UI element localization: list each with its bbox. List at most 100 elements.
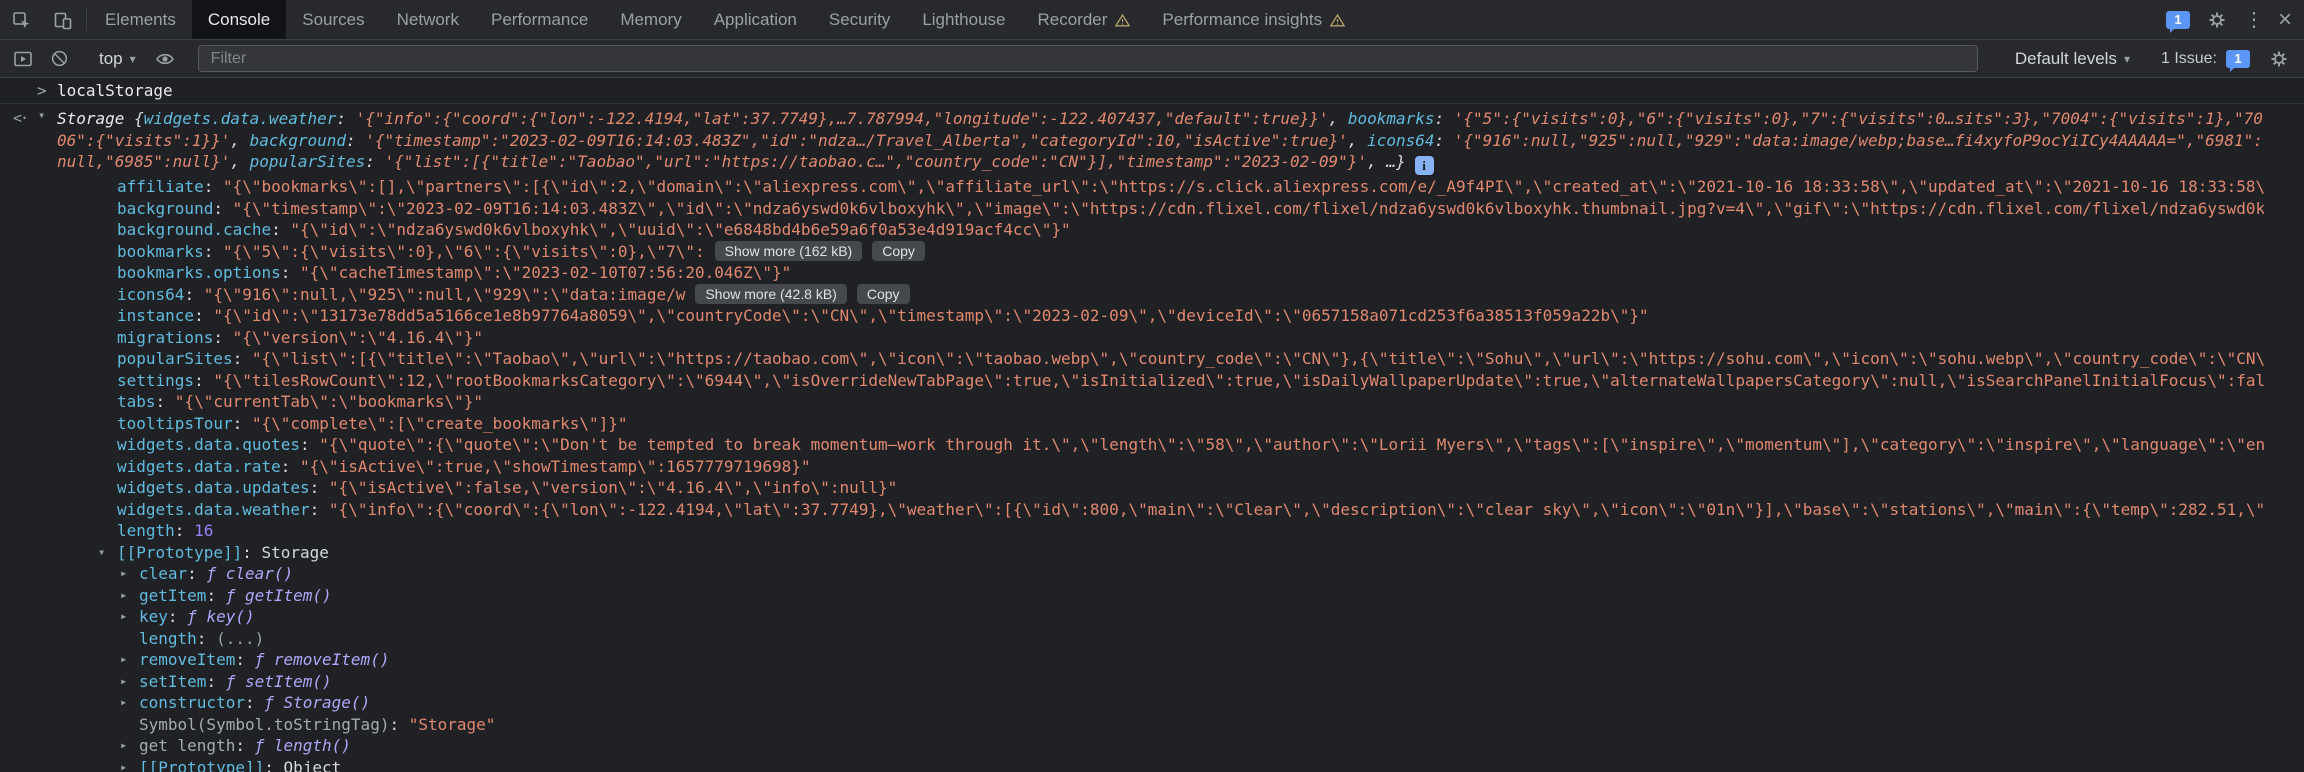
tab-lighthouse[interactable]: Lighthouse — [906, 0, 1021, 39]
device-toolbar-icon[interactable] — [42, 0, 84, 39]
copy-button[interactable]: Copy — [857, 284, 910, 304]
kebab-menu-icon[interactable]: ⋮ — [2244, 10, 2264, 30]
tab-label: Memory — [620, 10, 681, 30]
property-row-tabs: tabs: "{\"currentTab\":\"bookmarks\"}" — [57, 391, 2264, 413]
settings-gear-icon[interactable] — [2204, 10, 2230, 30]
log-levels-dropdown[interactable]: Default levels ▾ — [2007, 49, 2138, 69]
console-settings-gear-icon[interactable] — [2262, 49, 2296, 69]
key-value-separator: : — [204, 242, 223, 261]
tab-elements[interactable]: Elements — [89, 0, 192, 39]
javascript-context-selector[interactable]: top ▾ — [91, 49, 144, 69]
preview-key: icons64 — [1367, 131, 1434, 150]
expand-triangle-icon[interactable]: ▸ — [120, 606, 127, 628]
tab-label: Security — [829, 10, 890, 30]
preview-punctuation: : — [1435, 131, 1454, 150]
tab-performance-insights[interactable]: Performance insights — [1146, 0, 1361, 39]
property-row-length: length: 16 — [57, 520, 2264, 542]
console-info-icon[interactable]: i — [1415, 156, 1434, 175]
show-more-button[interactable]: Show more (162 kB) — [715, 241, 863, 261]
key-value-separator: : — [242, 543, 261, 562]
property-key: affiliate — [117, 177, 204, 196]
property-key: widgets.data.quotes — [117, 435, 300, 454]
property-row-symbol-symbol.tostringtag: Symbol(Symbol.toStringTag): "Storage" — [57, 714, 2264, 736]
preview-punctuation: : — [365, 152, 384, 171]
preview-feature-warning-icon — [1330, 13, 1345, 27]
key-value-separator: : — [281, 263, 300, 282]
clear-console-icon[interactable] — [44, 49, 74, 68]
property-row-prototype[interactable]: ▾[[Prototype]]: Storage — [57, 542, 2264, 564]
issue-badge[interactable]: 1 — [2226, 50, 2250, 68]
tab-sources[interactable]: Sources — [286, 0, 380, 39]
tab-console[interactable]: Console — [192, 0, 286, 39]
tab-network[interactable]: Network — [381, 0, 475, 39]
tabbar-right-controls: 1 ⋮ × — [2166, 0, 2304, 39]
key-value-separator: : — [245, 693, 264, 712]
console-prompt-icon: > — [37, 81, 47, 101]
property-key: widgets.data.updates — [117, 478, 310, 497]
key-value-separator: : — [264, 758, 283, 772]
tab-security[interactable]: Security — [813, 0, 906, 39]
property-value: Storage — [262, 543, 329, 562]
property-value: ƒ Storage() — [264, 693, 370, 712]
close-icon[interactable]: × — [2278, 8, 2292, 32]
copy-button[interactable]: Copy — [872, 241, 925, 261]
property-row-constructor[interactable]: ▸constructor: ƒ Storage() — [57, 692, 2264, 714]
property-row-bookmarks[interactable]: bookmarks: "{\"5\":{\"visits\":0},\"6\":… — [57, 241, 2264, 263]
live-expression-eye-icon[interactable] — [150, 49, 180, 69]
property-row-key[interactable]: ▸key: ƒ key() — [57, 606, 2264, 628]
property-row-setitem[interactable]: ▸setItem: ƒ setItem() — [57, 671, 2264, 693]
expand-triangle-icon[interactable]: ▸ — [120, 735, 127, 757]
property-key: widgets.data.rate — [117, 457, 281, 476]
filter-input[interactable] — [198, 45, 1978, 72]
tab-performance[interactable]: Performance — [475, 0, 604, 39]
expand-triangle-icon[interactable]: ▸ — [120, 692, 127, 714]
property-row-settings: settings: "{\"tilesRowCount\":12,\"rootB… — [57, 370, 2264, 392]
expand-triangle-icon[interactable]: ▸ — [120, 649, 127, 671]
property-row-get-length[interactable]: ▸get length: ƒ length() — [57, 735, 2264, 757]
property-row-bookmarks.options: bookmarks.options: "{\"cacheTimestamp\":… — [57, 262, 2264, 284]
key-value-separator: : — [213, 328, 232, 347]
show-more-button[interactable]: Show more (42.8 kB) — [695, 284, 847, 304]
property-row-clear[interactable]: ▸clear: ƒ clear() — [57, 563, 2264, 585]
tab-recorder[interactable]: Recorder — [1022, 0, 1147, 39]
console-sidebar-toggle-icon[interactable] — [8, 50, 38, 68]
property-key: getItem — [139, 586, 206, 605]
issues-counter[interactable]: 1 Issue: 1 — [2155, 50, 2256, 68]
preview-punctuation: : — [346, 131, 365, 150]
expand-triangle-icon[interactable]: ▸ — [120, 563, 127, 585]
property-value: "{\"tilesRowCount\":12,\"rootBookmarksCa… — [213, 371, 2264, 390]
property-value: ƒ removeItem() — [255, 650, 390, 669]
preview-key: bookmarks — [1348, 109, 1435, 128]
property-row-length: length: (...) — [57, 628, 2264, 650]
collapse-triangle-icon[interactable]: ▾ — [38, 108, 45, 122]
property-row-widgets.data.rate: widgets.data.rate: "{\"isActive\":true,\… — [57, 456, 2264, 478]
property-row-widgets.data.quotes: widgets.data.quotes: "{\"quote\":{\"quot… — [57, 434, 2264, 456]
console-toolbar: top ▾ Default levels ▾ 1 Issue: 1 — [0, 40, 2304, 78]
key-value-separator: : — [175, 521, 194, 540]
property-key: popularSites — [117, 349, 233, 368]
property-row-prototype[interactable]: ▸[[Prototype]]: Object — [57, 757, 2264, 772]
property-value: "{\"quote\":{\"quote\":\"Don't be tempte… — [319, 435, 2264, 454]
property-row-icons64[interactable]: icons64: "{\"916\":null,\"925\":null,\"9… — [57, 284, 2264, 306]
preview-punctuation: { — [134, 109, 144, 128]
expand-triangle-icon[interactable]: ▸ — [120, 585, 127, 607]
expand-triangle-icon[interactable]: ▸ — [120, 671, 127, 693]
property-key: removeItem — [139, 650, 235, 669]
property-key: background — [117, 199, 213, 218]
property-row-affiliate: affiliate: "{\"bookmarks\":[],\"partners… — [57, 176, 2264, 198]
property-row-getitem[interactable]: ▸getItem: ƒ getItem() — [57, 585, 2264, 607]
key-value-separator: : — [233, 414, 252, 433]
inspect-element-icon[interactable] — [0, 0, 42, 39]
property-value[interactable]: (...) — [216, 629, 264, 648]
expand-triangle-icon[interactable]: ▸ — [120, 757, 127, 772]
property-row-removeitem[interactable]: ▸removeItem: ƒ removeItem() — [57, 649, 2264, 671]
property-key: tooltipsTour — [117, 414, 233, 433]
tab-memory[interactable]: Memory — [604, 0, 697, 39]
key-value-separator: : — [389, 715, 408, 734]
collapse-triangle-icon[interactable]: ▾ — [98, 542, 105, 564]
property-key: icons64 — [117, 285, 184, 304]
property-value: "{\"isActive\":false,\"version\":\"4.16.… — [329, 478, 897, 497]
property-value: "{\"info\":{\"coord\":{\"lon\":-122.4194… — [329, 500, 2264, 519]
console-messages-badge[interactable]: 1 — [2166, 11, 2190, 29]
tab-application[interactable]: Application — [698, 0, 813, 39]
